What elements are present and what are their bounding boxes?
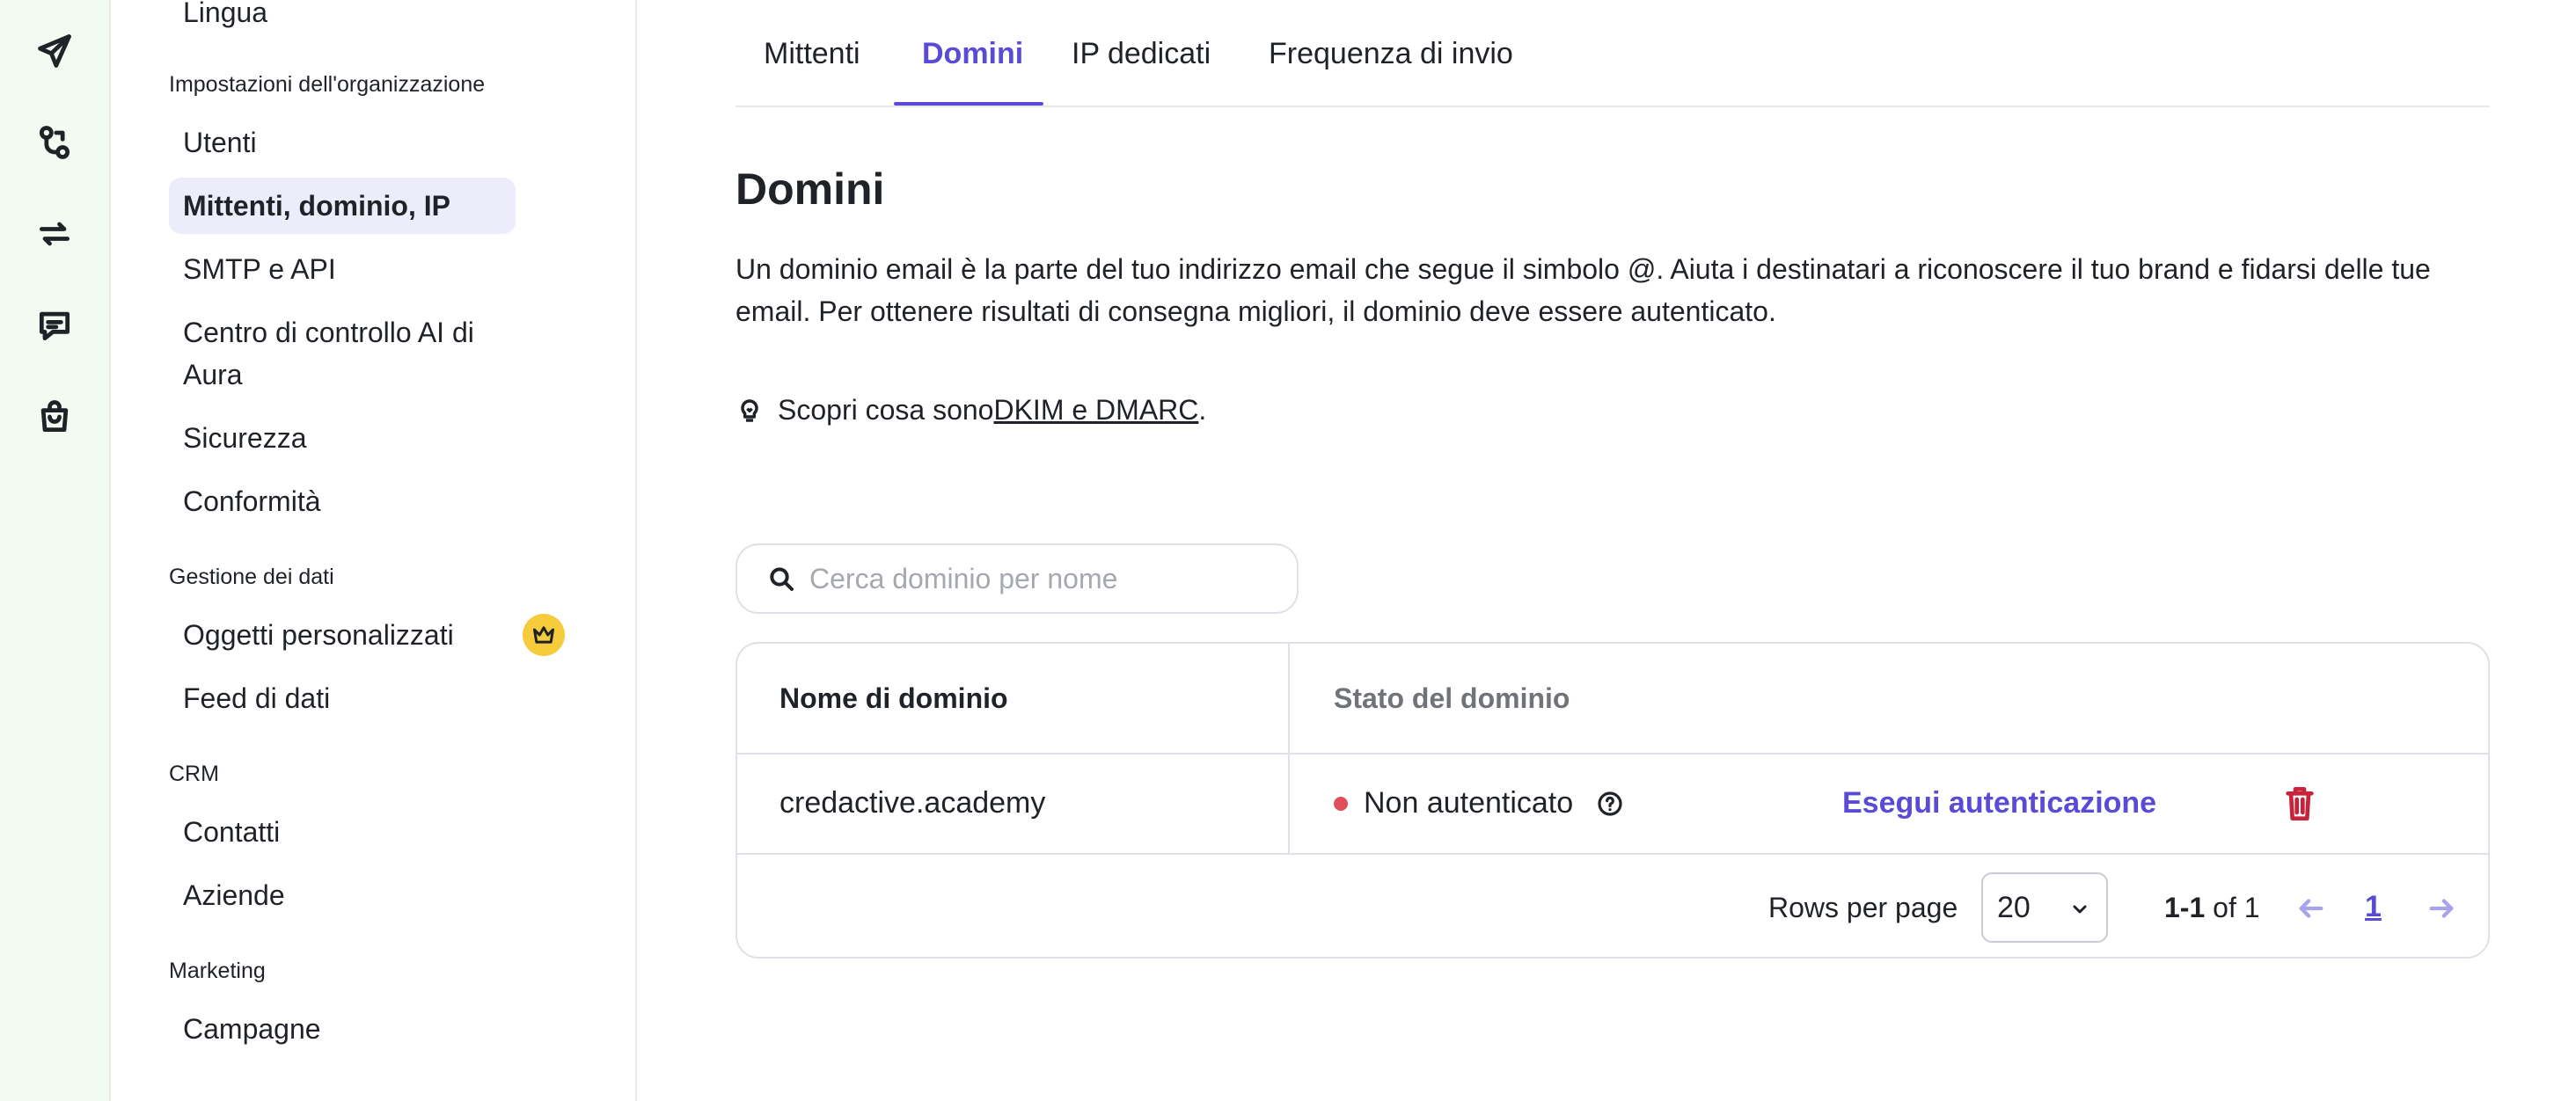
pagination: Rows per page 20 1-1 of 1 1 [737,855,2488,957]
learn-more-suffix: . [1198,394,1207,426]
column-header-status: Stato del dominio [1334,682,1570,714]
tab-frequenza-invio[interactable]: Frequenza di invio [1269,37,1513,71]
table-row: credactive.academy Non autenticato Esegu… [737,755,2488,855]
settings-sidebar: Lingua Impostazioni dell'organizzazione … [111,0,637,1101]
rows-per-page-select[interactable]: 20 [1981,872,2108,943]
sidebar-item-aziende[interactable]: Aziende [169,874,516,916]
arrow-right-icon[interactable] [2426,893,2456,923]
learn-more-line: Scopri cosa sono DKIM e DMARC. [735,390,1206,429]
domain-name-cell: credactive.academy [779,786,1046,820]
range-total: of 1 [2213,892,2260,923]
crown-icon [523,614,565,656]
page-title: Domini [735,164,885,214]
rows-per-page-value: 20 [1997,890,2031,924]
chevron-down-icon [2073,905,2087,914]
domain-search-box[interactable] [735,543,1299,614]
sidebar-group-title: Marketing [169,959,266,983]
sidebar-item-smtp-api[interactable]: SMTP e API [169,248,516,290]
shopping-bag-icon[interactable] [32,394,77,440]
table-header: Nome di dominio Stato del dominio [737,644,2488,755]
help-icon[interactable] [1596,790,1624,818]
tab-ip-dedicati[interactable]: IP dedicati [1072,37,1211,71]
column-header-domain: Nome di dominio [779,682,1008,714]
tab-bar: Mittenti Domini IP dedicati Frequenza di… [735,0,2490,107]
active-tab-indicator [894,102,1043,106]
range-value: 1-1 [2164,892,2206,923]
page-number-button[interactable]: 1 [2365,890,2382,924]
lightbulb-icon [741,399,758,422]
domain-status: Non autenticato [1334,786,1624,820]
sidebar-group-title: CRM [169,762,219,786]
sidebar-group-title: Impostazioni dell'organizzazione [169,72,486,97]
authenticate-button[interactable]: Esegui autenticazione [1842,786,2156,820]
tab-domini[interactable]: Domini [922,37,1023,71]
rows-per-page-label: Rows per page [1768,892,1958,923]
delete-icon[interactable] [2282,784,2317,823]
sidebar-item-campagne[interactable]: Campagne [169,1008,516,1050]
learn-more-text: Scopri cosa sono [778,394,994,426]
domain-search-input[interactable] [809,562,1284,595]
domains-table: Nome di dominio Stato del dominio credac… [735,642,2490,959]
dkim-dmarc-link[interactable]: DKIM e DMARC [993,390,1198,429]
sync-icon[interactable] [32,211,77,257]
arrow-left-icon[interactable] [2296,893,2326,923]
sidebar-item-contatti[interactable]: Contatti [169,811,516,853]
automation-icon[interactable] [32,120,77,165]
sidebar-item-utenti[interactable]: Utenti [169,121,516,164]
sidebar-item-sicurezza[interactable]: Sicurezza [169,417,516,459]
sidebar-item-lingua[interactable]: Lingua [169,0,516,33]
tab-mittenti[interactable]: Mittenti [764,37,860,71]
sidebar-group-title: Gestione dei dati [169,565,334,589]
main-content: Mittenti Domini IP dedicati Frequenza di… [735,0,2490,1101]
page-description: Un dominio email è la parte del tuo indi… [735,253,2431,327]
sidebar-item-data-feed[interactable]: Feed di dati [169,677,516,719]
sidebar-item-senders-domain-ip[interactable]: Mittenti, dominio, IP [169,178,516,234]
search-icon [770,567,794,591]
icon-rail [0,0,111,1101]
status-dot [1334,796,1348,811]
send-icon[interactable] [32,28,77,74]
conversations-icon[interactable] [32,303,77,348]
sidebar-item-conformita[interactable]: Conformità [169,480,516,522]
sidebar-item-aura-ai[interactable]: Centro di controllo AI di Aura [169,311,503,396]
status-label: Non autenticato [1364,786,1574,820]
sidebar-item-custom-objects[interactable]: Oggetti personalizzati [169,614,516,656]
page-range: 1-1 of 1 [2164,892,2260,924]
